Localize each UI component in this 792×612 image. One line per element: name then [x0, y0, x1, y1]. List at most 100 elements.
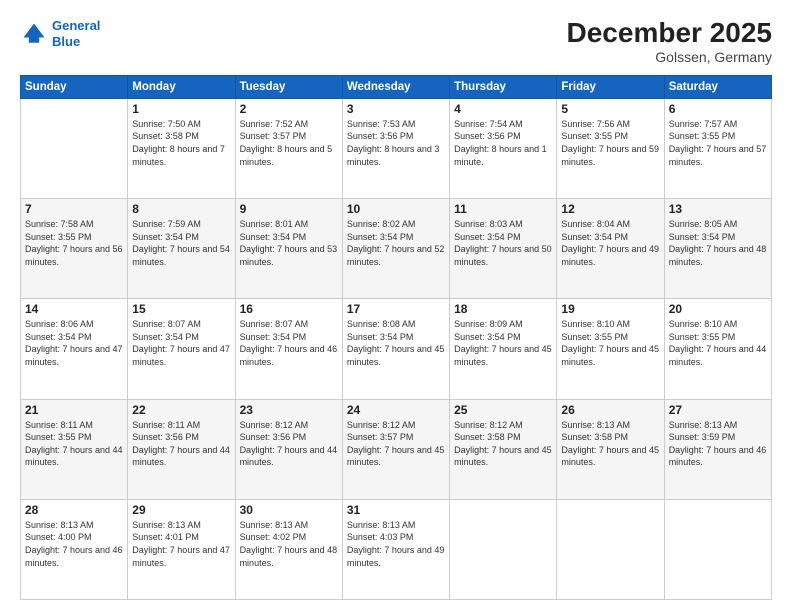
daylight-text: Daylight: 7 hours and 57 minutes.: [669, 144, 767, 167]
sunrise-text: Sunrise: 8:08 AM: [347, 319, 416, 329]
sunset-text: Sunset: 3:54 PM: [347, 332, 414, 342]
sunrise-text: Sunrise: 8:13 AM: [132, 520, 201, 530]
sunset-text: Sunset: 3:56 PM: [240, 432, 307, 442]
calendar-cell: 27Sunrise: 8:13 AMSunset: 3:59 PMDayligh…: [664, 399, 771, 499]
sunset-text: Sunset: 3:59 PM: [669, 432, 736, 442]
day-number: 20: [669, 302, 767, 316]
logo: General Blue: [20, 18, 100, 49]
daylight-text: Daylight: 7 hours and 54 minutes.: [132, 244, 230, 267]
calendar-week-5: 28Sunrise: 8:13 AMSunset: 4:00 PMDayligh…: [21, 499, 772, 599]
sunset-text: Sunset: 3:54 PM: [454, 332, 521, 342]
calendar-cell: [664, 499, 771, 599]
day-info: Sunrise: 7:58 AMSunset: 3:55 PMDaylight:…: [25, 218, 123, 268]
calendar-cell: 17 Sunrise: 8:08 AM Sunset: 3:54 PM Dayligh…: [342, 299, 449, 399]
calendar-cell: 16Sunrise: 8:07 AMSunset: 3:54 PMDayligh…: [235, 299, 342, 399]
day-number: 9: [240, 202, 338, 216]
day-info: Sunrise: 7:54 AMSunset: 3:56 PMDaylight:…: [454, 118, 552, 168]
calendar-cell: 24Sunrise: 8:12 AMSunset: 3:57 PMDayligh…: [342, 399, 449, 499]
sunset-text: Sunset: 3:55 PM: [561, 131, 628, 141]
sunrise-text: Sunrise: 8:01 AM: [240, 219, 309, 229]
day-number: 30: [240, 503, 338, 517]
calendar-cell: [450, 499, 557, 599]
sunset-text: Sunset: 3:54 PM: [669, 232, 736, 242]
header: General Blue December 2025 Golssen, Germ…: [20, 18, 772, 65]
col-header-monday: Monday: [128, 75, 235, 98]
day-info: Sunrise: 8:02 AMSunset: 3:54 PMDaylight:…: [347, 218, 445, 268]
sunrise-text: Sunrise: 8:11 AM: [132, 420, 200, 430]
day-info: Sunrise: 8:12 AMSunset: 3:58 PMDaylight:…: [454, 419, 552, 469]
daylight-text: Daylight: 7 hours and 44 minutes.: [132, 445, 230, 468]
day-number: 19: [561, 302, 659, 316]
day-number: 26: [561, 403, 659, 417]
calendar-cell: 11Sunrise: 8:03 AMSunset: 3:54 PMDayligh…: [450, 199, 557, 299]
daylight-text: Daylight: 7 hours and 45 minutes.: [347, 344, 445, 367]
day-number: 14: [25, 302, 123, 316]
sunrise-text: Sunrise: 8:02 AM: [347, 219, 416, 229]
sunset-text: Sunset: 3:55 PM: [669, 131, 736, 141]
calendar-cell: 19Sunrise: 8:10 AMSunset: 3:55 PMDayligh…: [557, 299, 664, 399]
day-info: Sunrise: 8:01 AMSunset: 3:54 PMDaylight:…: [240, 218, 338, 268]
day-number: 2: [240, 102, 338, 116]
day-info: Sunrise: 8:07 AMSunset: 3:54 PMDaylight:…: [240, 318, 338, 368]
day-info: Sunrise: 8:13 AM Sunset: 3:58 PM Daylight:…: [561, 419, 659, 469]
day-number: 5: [561, 102, 659, 116]
day-number: 10: [347, 202, 445, 216]
day-number: 22: [132, 403, 230, 417]
calendar-cell: 7Sunrise: 7:58 AMSunset: 3:55 PMDaylight…: [21, 199, 128, 299]
day-info: Sunrise: 8:11 AMSunset: 3:56 PMDaylight:…: [132, 419, 230, 469]
sunrise-text: Sunrise: 7:53 AM: [347, 119, 416, 129]
col-header-friday: Friday: [557, 75, 664, 98]
daylight-text: Daylight: 7 hours and 49 minutes.: [347, 545, 445, 568]
sunset-text: Sunset: 3:55 PM: [25, 232, 92, 242]
sunrise-text: Sunrise: 7:59 AM: [132, 219, 201, 229]
day-info: Sunrise: 8:05 AMSunset: 3:54 PMDaylight:…: [669, 218, 767, 268]
sunset-text: Sunset: 3:55 PM: [561, 332, 628, 342]
daylight-text: Daylight: 7 hours and 50 minutes.: [454, 244, 552, 267]
sunrise-text: Sunrise: 8:09 AM: [454, 319, 523, 329]
sunset-text: Sunset: 3:55 PM: [25, 432, 92, 442]
sunset-text: Sunset: 3:57 PM: [347, 432, 414, 442]
day-info: Sunrise: 8:12 AMSunset: 3:56 PMDaylight:…: [240, 419, 338, 469]
sunrise-text: Sunrise: 8:07 AM: [240, 319, 309, 329]
day-number: 1: [132, 102, 230, 116]
sunrise-text: Sunrise: 8:05 AM: [669, 219, 738, 229]
day-info: Sunrise: 8:03 AMSunset: 3:54 PMDaylight:…: [454, 218, 552, 268]
col-header-thursday: Thursday: [450, 75, 557, 98]
day-info: Sunrise: 7:56 AMSunset: 3:55 PMDaylight:…: [561, 118, 659, 168]
daylight-text: Daylight: 7 hours and 45 minutes.: [561, 445, 659, 468]
day-info: Sunrise: 8:12 AMSunset: 3:57 PMDaylight:…: [347, 419, 445, 469]
calendar-cell: 15Sunrise: 8:07 AMSunset: 3:54 PMDayligh…: [128, 299, 235, 399]
daylight-text: Daylight: 7 hours and 56 minutes.: [25, 244, 123, 267]
logo-icon: [20, 20, 48, 48]
sunrise-text: Sunrise: 8:11 AM: [25, 420, 93, 430]
day-number: 6: [669, 102, 767, 116]
sunrise-text: Sunrise: 8:12 AM: [240, 420, 309, 430]
col-header-saturday: Saturday: [664, 75, 771, 98]
calendar-header-row: SundayMondayTuesdayWednesdayThursdayFrid…: [21, 75, 772, 98]
daylight-text: Daylight: 7 hours and 46 minutes.: [240, 344, 338, 367]
daylight-text: Daylight: 7 hours and 52 minutes.: [347, 244, 445, 267]
sunset-text: Sunset: 3:58 PM: [561, 432, 628, 442]
sunset-text: Sunset: 3:57 PM: [240, 131, 307, 141]
calendar-cell: 13Sunrise: 8:05 AMSunset: 3:54 PMDayligh…: [664, 199, 771, 299]
sunrise-text: Sunrise: 8:13 AM: [561, 420, 630, 430]
sunrise-text: Sunrise: 8:07 AM: [132, 319, 201, 329]
sunrise-text: Sunrise: 8:10 AM: [669, 319, 738, 329]
calendar-cell: 4Sunrise: 7:54 AMSunset: 3:56 PMDaylight…: [450, 98, 557, 198]
daylight-text: Daylight: 8 hours and 1 minute.: [454, 144, 547, 167]
daylight-text: Daylight: 7 hours and 45 minutes.: [561, 344, 659, 367]
day-info: Sunrise: 8:07 AMSunset: 3:54 PMDaylight:…: [132, 318, 230, 368]
daylight-text: Daylight: 8 hours and 3 minutes.: [347, 144, 440, 167]
sunset-text: Sunset: 3:54 PM: [240, 232, 307, 242]
day-number: 17: [347, 302, 445, 316]
day-info: Sunrise: 8:13 AMSunset: 4:00 PMDaylight:…: [25, 519, 123, 569]
sunset-text: Sunset: 3:54 PM: [132, 332, 199, 342]
daylight-text: Daylight: 7 hours and 47 minutes.: [25, 344, 123, 367]
sunset-text: Sunset: 3:54 PM: [132, 232, 199, 242]
calendar-cell: 20Sunrise: 8:10 AMSunset: 3:55 PMDayligh…: [664, 299, 771, 399]
calendar-cell: 21Sunrise: 8:11 AMSunset: 3:55 PMDayligh…: [21, 399, 128, 499]
daylight-text: Daylight: 7 hours and 49 minutes.: [561, 244, 659, 267]
calendar-cell: 6Sunrise: 7:57 AMSunset: 3:55 PMDaylight…: [664, 98, 771, 198]
day-info: Sunrise: 7:59 AM Sunset: 3:54 PM Daylight:…: [132, 218, 230, 268]
calendar-cell: 9Sunrise: 8:01 AMSunset: 3:54 PMDaylight…: [235, 199, 342, 299]
